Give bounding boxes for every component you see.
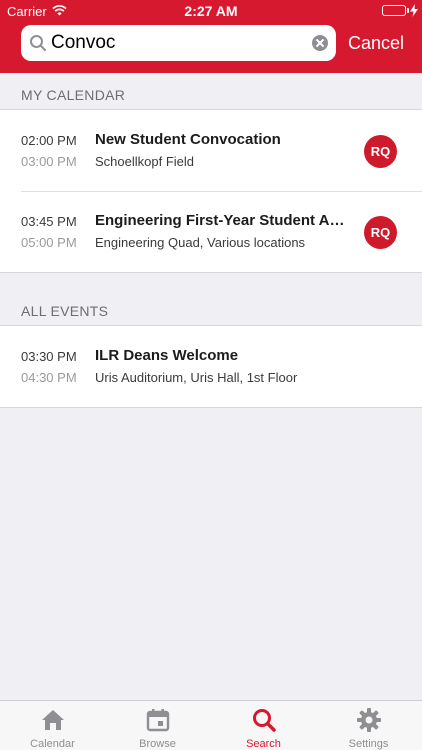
search-field[interactable] xyxy=(21,25,336,61)
tab-label: Settings xyxy=(348,738,389,750)
event-location: Uris Auditorium, Uris Hall, 1st Floor xyxy=(95,370,298,385)
battery-icon xyxy=(382,5,406,16)
all-events-list: 03:30 PM 04:30 PM ILR Deans Welcome Uris… xyxy=(0,325,422,408)
search-icon xyxy=(30,35,46,51)
tab-label: Browse xyxy=(139,738,176,750)
event-end-time: 03:00 PM xyxy=(21,154,77,169)
tab-bar: Calendar Browse Search Settings xyxy=(0,700,422,750)
event-end-time: 05:00 PM xyxy=(21,235,77,250)
gear-icon xyxy=(357,708,381,732)
rq-badge: RQ xyxy=(364,216,397,249)
event-end-time: 04:30 PM xyxy=(21,370,77,385)
clear-search-button[interactable] xyxy=(312,35,328,51)
event-row[interactable]: 03:30 PM 04:30 PM ILR Deans Welcome Uris… xyxy=(0,326,422,407)
section-title: MY CALENDAR xyxy=(21,87,126,103)
event-title: Engineering First-Year Student Academic … xyxy=(95,212,345,229)
header-bar: Carrier 2:27 AM Cancel xyxy=(0,0,422,73)
tab-label: Search xyxy=(246,738,281,750)
section-header-all-events: ALL EVENTS xyxy=(0,289,422,325)
battery-tip xyxy=(407,8,409,13)
search-icon xyxy=(253,709,276,732)
event-location: Schoellkopf Field xyxy=(95,154,194,169)
event-title: ILR Deans Welcome xyxy=(95,347,239,364)
my-calendar-list: 02:00 PM 03:00 PM New Student Convocatio… xyxy=(0,109,422,273)
tab-search[interactable]: Search xyxy=(211,701,316,750)
calendar-icon xyxy=(146,709,170,732)
status-bar: Carrier 2:27 AM xyxy=(0,0,422,22)
event-row[interactable]: 02:00 PM 03:00 PM New Student Convocatio… xyxy=(0,110,422,191)
event-start-time: 03:45 PM xyxy=(21,214,77,229)
status-time: 2:27 AM xyxy=(184,3,238,19)
tab-settings[interactable]: Settings xyxy=(316,701,421,750)
event-location: Engineering Quad, Various locations xyxy=(95,235,306,250)
home-icon xyxy=(42,710,64,730)
search-input[interactable] xyxy=(51,25,301,61)
event-start-time: 03:30 PM xyxy=(21,349,77,364)
tab-calendar[interactable]: Calendar xyxy=(0,701,105,750)
rq-badge: RQ xyxy=(364,135,397,168)
section-title: ALL EVENTS xyxy=(21,303,109,319)
charging-icon xyxy=(410,4,418,17)
event-row[interactable]: 03:45 PM 05:00 PM Engineering First-Year… xyxy=(0,191,422,272)
event-title: New Student Convocation xyxy=(95,131,281,148)
section-header-my-calendar: MY CALENDAR xyxy=(0,73,422,109)
event-start-time: 02:00 PM xyxy=(21,133,77,148)
tab-browse[interactable]: Browse xyxy=(105,701,210,750)
cancel-button[interactable]: Cancel xyxy=(348,33,404,54)
tab-label: Calendar xyxy=(30,738,75,750)
